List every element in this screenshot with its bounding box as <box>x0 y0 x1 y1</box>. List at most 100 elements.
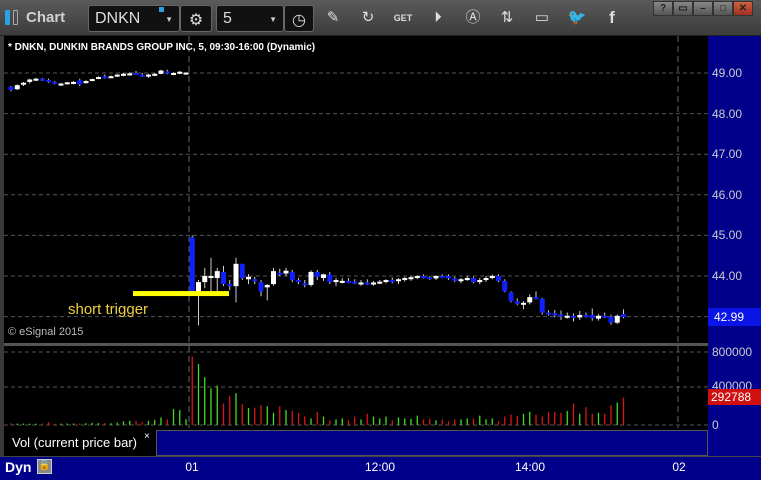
volume-label: 800000 <box>712 345 753 359</box>
candle-body <box>539 298 545 313</box>
candle-body <box>489 276 495 279</box>
candle-body <box>452 278 458 281</box>
candle-body <box>264 284 270 288</box>
candle-body <box>552 313 558 316</box>
candle-body <box>127 73 133 76</box>
candle-body <box>189 237 195 292</box>
candle-body <box>208 276 214 279</box>
candle-body <box>339 280 345 283</box>
candle-body <box>283 270 289 274</box>
price-label: 44.00 <box>712 269 743 283</box>
candle-body <box>108 76 114 79</box>
candle-body <box>571 315 576 318</box>
candle-body <box>602 315 608 318</box>
candle-body <box>271 271 276 285</box>
candle-body <box>27 79 33 82</box>
candle-body <box>352 281 358 284</box>
candle-body <box>152 73 158 76</box>
candle-body <box>558 314 564 317</box>
candle-body <box>314 271 320 277</box>
candle-body <box>371 282 376 285</box>
candle-body <box>464 278 470 281</box>
last-price-tag: 42.99 <box>708 308 761 326</box>
candle-body <box>577 314 583 318</box>
candle-body <box>89 79 95 82</box>
lock-icon[interactable]: 🔒 <box>37 459 52 474</box>
candle-body <box>533 297 539 300</box>
candle-body <box>614 315 620 323</box>
candle-body <box>96 77 101 80</box>
candle-body <box>527 297 533 303</box>
candle-body <box>71 81 76 84</box>
short-trigger-label: short trigger <box>68 301 149 318</box>
candle-body <box>521 302 526 305</box>
candle-body <box>214 271 220 279</box>
candle-body <box>433 276 439 279</box>
close-study-icon[interactable]: × <box>144 431 150 442</box>
candle-body <box>164 71 170 74</box>
candle-body <box>133 73 139 75</box>
candle-body <box>102 76 108 79</box>
candle-body <box>158 70 164 74</box>
candle-body <box>277 272 283 275</box>
candle-body <box>246 276 251 280</box>
candle-body <box>546 312 551 315</box>
chart-plot <box>4 36 708 428</box>
pane-divider <box>4 343 708 346</box>
dynamic-mode-label[interactable]: Dyn <box>5 459 31 475</box>
candle-body <box>239 263 245 279</box>
price-label: 46.00 <box>712 187 743 202</box>
last-volume-tag: 292788 <box>708 389 761 405</box>
candle-body <box>302 283 308 286</box>
candle-body <box>439 276 445 278</box>
time-tick: 01 <box>185 460 199 474</box>
study-panel <box>156 430 708 456</box>
candle-body <box>202 276 208 283</box>
candle-body <box>64 82 70 85</box>
candle-body <box>83 81 89 84</box>
candle-body <box>171 73 176 75</box>
candle-body <box>414 276 420 278</box>
candle-body <box>608 316 614 323</box>
candle-body <box>458 279 464 282</box>
candle-body <box>364 282 370 285</box>
chart-header: * DNKN, DUNKIN BRANDS GROUP INC, 5, 09:3… <box>8 42 316 53</box>
candle-body <box>408 277 414 280</box>
candle-body <box>146 74 151 77</box>
candle-body <box>46 79 51 82</box>
candle-body <box>183 72 189 75</box>
candle-body <box>346 280 351 283</box>
candle-body <box>396 279 401 282</box>
candle-body <box>289 271 295 281</box>
candle-body <box>121 73 126 76</box>
short-trigger-line <box>133 291 229 297</box>
time-tick: 02 <box>672 460 686 474</box>
candle-body <box>446 276 451 279</box>
candle-body <box>502 280 508 292</box>
candle-body <box>583 314 589 317</box>
volume-study-label: Vol (current price bar) <box>4 430 156 456</box>
candle-body <box>21 82 26 85</box>
price-label: 47.00 <box>712 147 743 162</box>
candle-body <box>221 271 226 285</box>
candle-body <box>402 278 408 281</box>
candle-body <box>621 314 626 318</box>
copyright: © eSignal 2015 <box>8 326 84 338</box>
candle-body <box>77 80 83 85</box>
price-label: 48.00 <box>712 106 743 121</box>
candle-body <box>296 280 301 283</box>
candle-body <box>327 274 333 283</box>
candle-body <box>421 276 426 278</box>
candle-body <box>227 284 233 287</box>
volume-label: 0 <box>712 418 719 432</box>
candle-body <box>496 276 501 281</box>
candle-body <box>508 292 514 302</box>
candle-body <box>33 78 39 81</box>
candle-body <box>389 280 395 283</box>
candle-body <box>477 280 483 283</box>
time-tick: 14:00 <box>514 460 546 474</box>
candle-body <box>308 271 314 285</box>
candle-body <box>114 74 120 77</box>
candle-body <box>233 263 239 287</box>
candle-body <box>514 301 520 304</box>
